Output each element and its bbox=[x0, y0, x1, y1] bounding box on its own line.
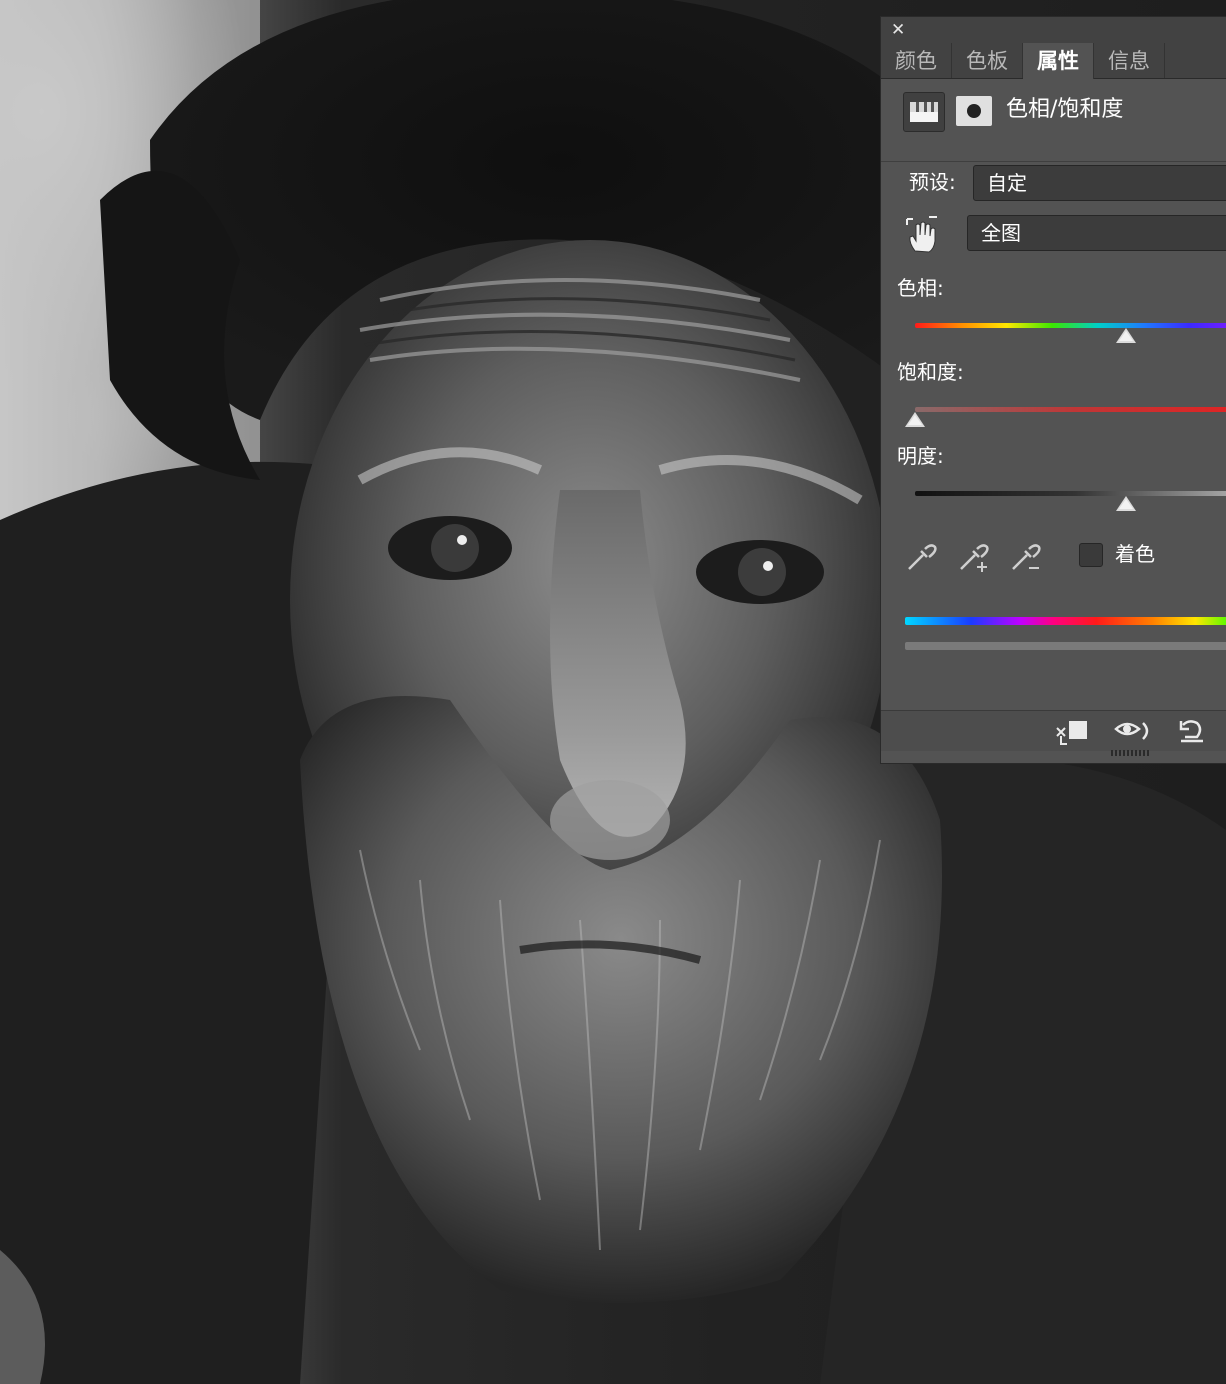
lightness-slider-thumb[interactable] bbox=[1116, 496, 1137, 511]
hue-saturation-adjustment-icon[interactable] bbox=[903, 92, 945, 132]
adjustment-title: 色相/饱和度 bbox=[1006, 97, 1124, 122]
adjustment-header: 色相/饱和度 bbox=[881, 79, 1226, 162]
color-range-bar-output bbox=[905, 642, 1226, 650]
color-range-bar-input bbox=[905, 617, 1226, 625]
clip-to-layer-icon[interactable] bbox=[1053, 718, 1091, 746]
view-previous-state-icon[interactable] bbox=[1113, 717, 1153, 745]
saturation-slider-track[interactable] bbox=[915, 407, 1226, 412]
tab-properties[interactable]: 属性 bbox=[1023, 43, 1094, 79]
lightness-label: 明度: bbox=[897, 444, 944, 468]
hue-slider-track[interactable] bbox=[915, 323, 1226, 328]
eyedropper-icon[interactable] bbox=[905, 539, 939, 573]
panel-footer bbox=[881, 710, 1226, 751]
tab-color[interactable]: 颜色 bbox=[881, 43, 952, 78]
preset-value: 自定 bbox=[987, 171, 1027, 195]
saturation-label: 饱和度: bbox=[897, 360, 964, 384]
lightness-slider-track[interactable] bbox=[915, 491, 1226, 496]
panel-titlebar: ✕ bbox=[881, 17, 1226, 43]
hue-label: 色相: bbox=[897, 276, 944, 300]
eyedropper-add-icon[interactable] bbox=[957, 539, 991, 573]
saturation-slider-thumb[interactable] bbox=[905, 412, 925, 427]
eyedropper-subtract-icon[interactable] bbox=[1009, 539, 1043, 573]
layer-mask-icon[interactable] bbox=[956, 96, 992, 126]
channel-value: 全图 bbox=[981, 221, 1021, 245]
preset-label: 预设: bbox=[909, 170, 956, 194]
colorize-checkbox[interactable] bbox=[1079, 543, 1103, 567]
tab-info[interactable]: 信息 bbox=[1094, 43, 1165, 78]
close-icon[interactable]: ✕ bbox=[891, 20, 905, 40]
panel-tabs: 颜色 色板 属性 信息 bbox=[881, 43, 1226, 79]
hue-slider-thumb[interactable] bbox=[1116, 328, 1137, 343]
panel-resize-grip[interactable] bbox=[1111, 750, 1151, 756]
tab-swatches[interactable]: 色板 bbox=[952, 43, 1023, 78]
targeted-adjustment-hand-icon[interactable] bbox=[903, 215, 943, 255]
properties-panel: ✕ 颜色 色板 属性 信息 色相/饱和度 预设: 自定 全图 色相: 饱和度: … bbox=[880, 16, 1226, 764]
reset-icon[interactable] bbox=[1175, 717, 1207, 745]
colorize-label: 着色 bbox=[1115, 542, 1155, 566]
preset-dropdown[interactable]: 自定 bbox=[973, 165, 1226, 201]
channel-dropdown[interactable]: 全图 bbox=[967, 215, 1226, 251]
